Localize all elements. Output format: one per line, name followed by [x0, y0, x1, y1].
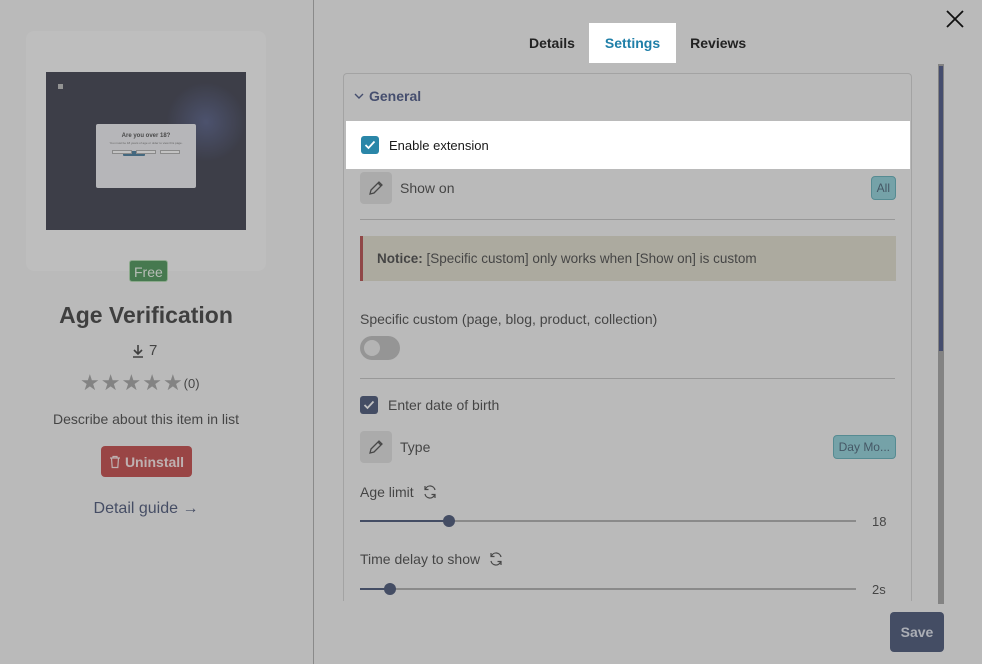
delay-label-group: Time delay to show	[360, 551, 504, 567]
type-value-badge[interactable]: Day Mo...	[832, 435, 896, 459]
price-badge: Free	[129, 260, 168, 282]
tab-reviews[interactable]: Reviews	[676, 23, 760, 63]
enable-extension-label: Enable extension	[389, 137, 489, 153]
type-label: Type	[400, 439, 431, 455]
thumbnail-dialog-text: You must be 18 years of age or older to …	[109, 141, 183, 145]
age-limit-label-group: Age limit	[360, 484, 438, 500]
extension-modal: Are you over 18? You must be 18 years of…	[0, 0, 982, 664]
enable-extension-row[interactable]: Enable extension	[346, 121, 910, 169]
age-limit-value: 18	[872, 514, 887, 529]
toggle-knob	[364, 340, 380, 356]
general-section-header[interactable]: General	[354, 88, 421, 104]
pencil-icon	[369, 181, 383, 195]
specific-custom-toggle[interactable]	[360, 336, 400, 360]
type-row: Type	[360, 431, 430, 463]
dob-label: Enter date of birth	[388, 397, 500, 413]
divider	[360, 378, 895, 379]
show-on-label: Show on	[400, 180, 455, 196]
notice-title: Notice:	[377, 251, 423, 266]
tab-settings[interactable]: Settings	[588, 23, 677, 63]
rating-count: (0)	[183, 375, 200, 391]
delay-value: 2s	[872, 582, 886, 597]
detail-guide-link[interactable]: Detail guide →	[0, 500, 292, 518]
check-icon	[363, 400, 375, 410]
enable-extension-checkbox[interactable]	[361, 136, 379, 154]
close-icon	[946, 10, 964, 28]
specific-custom-label: Specific custom (page, blog, product, co…	[360, 311, 658, 327]
download-count: 7	[130, 342, 157, 359]
section-title: General	[369, 88, 422, 104]
star-icon: ★	[142, 370, 162, 395]
reset-icon[interactable]	[422, 484, 438, 500]
delay-label: Time delay to show	[360, 551, 481, 567]
dob-row[interactable]: Enter date of birth	[360, 396, 499, 414]
star-icon: ★	[100, 370, 121, 395]
uninstall-label: Uninstall	[124, 453, 185, 470]
thumbnail-age-dialog: Are you over 18? You must be 18 years of…	[96, 124, 196, 188]
uninstall-button[interactable]: Uninstall	[101, 446, 192, 477]
tab-bar: Details Settings Reviews	[515, 23, 760, 63]
age-limit-label: Age limit	[360, 484, 414, 500]
thumbnail-dialog-title: Are you over 18?	[121, 133, 171, 139]
check-icon	[364, 140, 376, 150]
close-button[interactable]	[944, 8, 966, 30]
item-summary-pane: Are you over 18? You must be 18 years of…	[0, 0, 314, 664]
scrollbar-thumb[interactable]	[939, 66, 943, 351]
dob-checkbox[interactable]	[360, 396, 378, 414]
star-icon: ★	[121, 370, 142, 395]
divider	[360, 219, 895, 220]
age-limit-slider[interactable]	[360, 515, 856, 527]
reset-icon[interactable]	[488, 551, 504, 567]
item-description: Describe about this item in list	[53, 411, 239, 427]
slider-thumb[interactable]	[383, 583, 396, 595]
save-button[interactable]: Save	[890, 612, 944, 652]
pencil-icon	[369, 440, 383, 454]
rating-stars: ★ ★ ★ ★ ★ (0)	[80, 372, 200, 394]
item-title: Age Verification	[59, 302, 233, 328]
delay-slider[interactable]	[360, 583, 856, 595]
notice-text: [Specific custom] only works when [Show …	[426, 251, 757, 266]
trash-icon	[109, 455, 120, 468]
chevron-down-icon	[354, 93, 364, 99]
thumbnail-card: Are you over 18? You must be 18 years of…	[26, 31, 266, 271]
item-thumbnail: Are you over 18? You must be 18 years of…	[46, 72, 246, 230]
star-icon: ★	[80, 370, 100, 395]
star-icon: ★	[162, 370, 183, 395]
download-count-value: 7	[149, 342, 158, 359]
type-edit-button[interactable]	[360, 431, 392, 463]
slider-fill	[360, 520, 450, 522]
show-on-row: Show on	[360, 172, 454, 204]
notice-banner: Notice: [Specific custom] only works whe…	[360, 236, 896, 281]
tab-details[interactable]: Details	[515, 23, 589, 63]
show-on-edit-button[interactable]	[360, 172, 392, 204]
show-on-value-badge[interactable]: All	[870, 176, 896, 200]
slider-thumb[interactable]	[443, 515, 456, 527]
download-icon	[133, 344, 143, 358]
